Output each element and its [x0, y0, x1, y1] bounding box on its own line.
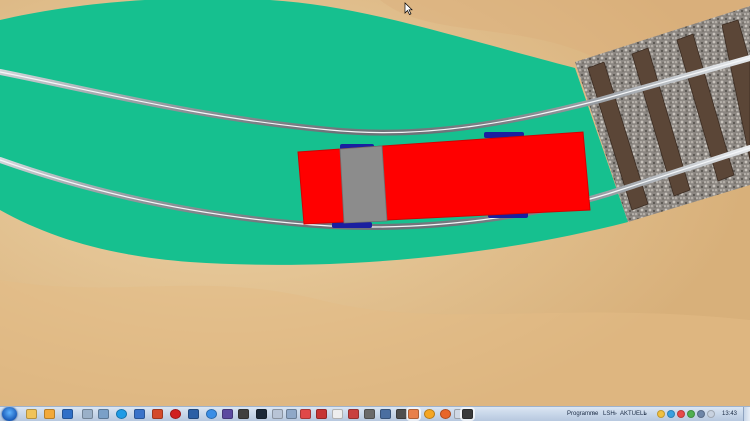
app-icon[interactable]	[364, 409, 375, 419]
tray-network-icon[interactable]	[697, 410, 705, 418]
tray-app-icon[interactable]	[667, 410, 675, 418]
windows-start-icon[interactable]	[2, 407, 17, 421]
taskbar: Programme » LSH » AKTUELL » 13:43	[0, 406, 750, 421]
toolbar-separator: »	[614, 411, 617, 417]
firefox-icon[interactable]	[440, 409, 451, 419]
train-simulator-viewport[interactable]	[0, 0, 750, 406]
explorer-icon[interactable]	[26, 409, 37, 419]
cloud-icon[interactable]	[206, 409, 217, 419]
wagon-roof-panel	[339, 145, 388, 224]
close-icon[interactable]	[332, 409, 343, 419]
app-icon[interactable]	[300, 409, 311, 419]
app-icon[interactable]	[238, 409, 249, 419]
tray-app-icon[interactable]	[677, 410, 685, 418]
arrow-icon[interactable]	[286, 409, 297, 419]
steam-icon[interactable]	[256, 409, 267, 419]
toolbar-aktuell[interactable]: AKTUELL	[620, 409, 647, 419]
app-icon[interactable]	[408, 409, 419, 419]
app-icon[interactable]	[380, 409, 391, 419]
toolbar-separator: »	[644, 411, 647, 417]
volume-icon[interactable]	[707, 410, 715, 418]
taskbar-clock[interactable]: 13:43	[722, 409, 737, 419]
powerpoint-icon[interactable]	[152, 409, 163, 419]
skype-icon[interactable]	[116, 409, 127, 419]
outlook-icon[interactable]	[62, 409, 73, 419]
scene-canvas	[0, 0, 750, 406]
app-icon[interactable]	[222, 409, 233, 419]
files-icon[interactable]	[44, 409, 55, 419]
tray-app-icon[interactable]	[657, 410, 665, 418]
app-icon[interactable]	[272, 409, 283, 419]
tray-app-icon[interactable]	[687, 410, 695, 418]
toolbar-separator: »	[592, 411, 595, 417]
antivirus-icon[interactable]	[170, 409, 181, 419]
train-sim-icon[interactable]	[462, 409, 473, 419]
toolbar-lsh[interactable]: LSH	[603, 409, 615, 419]
browser-icon[interactable]	[424, 409, 435, 419]
app-icon[interactable]	[82, 409, 93, 419]
app-icon[interactable]	[316, 409, 327, 419]
screen-icon[interactable]	[134, 409, 145, 419]
show-desktop-button[interactable]	[743, 407, 750, 421]
app-icon[interactable]	[188, 409, 199, 419]
pen-icon[interactable]	[98, 409, 109, 419]
camera-icon[interactable]	[396, 409, 407, 419]
car-icon[interactable]	[348, 409, 359, 419]
